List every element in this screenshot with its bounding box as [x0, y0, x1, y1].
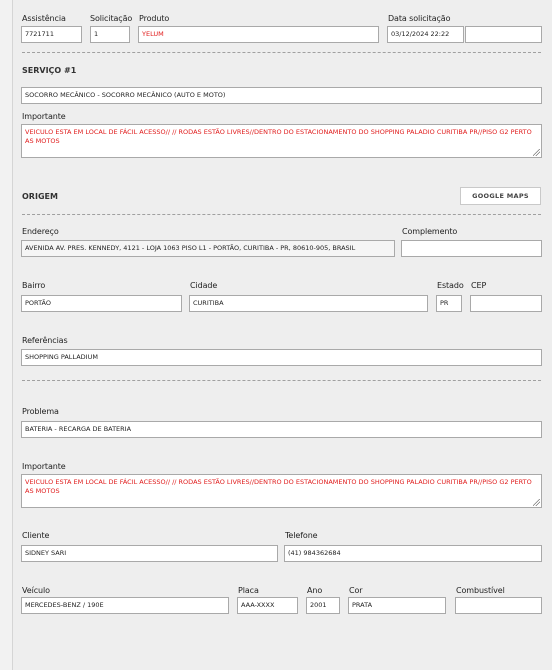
detalhes-importante-text: VEICULO ESTA EM LOCAL DE FÁCIL ACESSO// …	[25, 478, 532, 495]
detalhes-importante-textarea[interactable]: VEICULO ESTA EM LOCAL DE FÁCIL ACESSO// …	[21, 474, 542, 508]
produto-label: Produto	[139, 14, 170, 23]
produto-field[interactable]: YELUM	[138, 26, 379, 43]
detalhes-importante-label: Importante	[22, 462, 66, 471]
veiculo-field[interactable]: MERCEDES-BENZ / 190E	[21, 597, 229, 614]
servico-importante-label: Importante	[22, 112, 66, 121]
estado-field[interactable]: PR	[436, 295, 462, 312]
servico-importante-text: VEICULO ESTA EM LOCAL DE FÁCIL ACESSO// …	[25, 128, 532, 145]
complemento-label: Complemento	[402, 227, 458, 236]
telefone-field[interactable]: (41) 984362684	[284, 545, 542, 562]
servico-importante-textarea[interactable]: VEICULO ESTA EM LOCAL DE FÁCIL ACESSO// …	[21, 124, 542, 158]
problema-field[interactable]: BATERIA - RECARGA DE BATERIA	[21, 421, 542, 438]
divider	[22, 52, 541, 53]
referencias-label: Referências	[22, 336, 68, 345]
data-solicitacao-label: Data solicitação	[388, 14, 451, 23]
bairro-label: Bairro	[22, 281, 46, 290]
divider	[22, 214, 541, 215]
origem-title: ORIGEM	[22, 192, 58, 201]
solicitacao-field[interactable]: 1	[90, 26, 130, 43]
referencias-field[interactable]: SHOPPING PALLADIUM	[21, 349, 542, 366]
solicitacao-label: Solicitação	[90, 14, 133, 23]
ano-field[interactable]: 2001	[306, 597, 340, 614]
bairro-field[interactable]: PORTÃO	[21, 295, 182, 312]
assistencia-label: Assistência	[22, 14, 66, 23]
resize-grip-icon[interactable]	[533, 149, 540, 156]
placa-field[interactable]: AAA-XXXX	[237, 597, 298, 614]
cliente-label: Cliente	[22, 531, 50, 540]
cidade-field[interactable]: CURITIBA	[189, 295, 428, 312]
assistencia-field[interactable]: 7721711	[21, 26, 82, 43]
combustivel-label: Combustível	[456, 586, 505, 595]
data-extra-field[interactable]	[465, 26, 542, 43]
cliente-field[interactable]: SIDNEY SARI	[21, 545, 278, 562]
servico-field[interactable]: SOCORRO MECÂNICO - SOCORRO MECÂNICO (AUT…	[21, 87, 542, 104]
google-maps-button[interactable]: GOOGLE MAPS	[460, 187, 541, 205]
placa-label: Placa	[238, 586, 259, 595]
cep-field[interactable]	[470, 295, 542, 312]
endereco-label: Endereço	[22, 227, 59, 236]
ano-label: Ano	[307, 586, 323, 595]
estado-label: Estado	[437, 281, 464, 290]
divider	[22, 380, 541, 381]
resize-grip-icon[interactable]	[533, 499, 540, 506]
complemento-field[interactable]	[401, 240, 542, 257]
endereco-field[interactable]: AVENIDA AV. PRES. KENNEDY, 4121 - LOJA 1…	[21, 240, 395, 257]
data-solicitacao-field[interactable]: 03/12/2024 22:22	[387, 26, 464, 43]
problema-label: Problema	[22, 407, 59, 416]
cor-label: Cor	[349, 586, 363, 595]
combustivel-field[interactable]	[455, 597, 542, 614]
veiculo-label: Veículo	[22, 586, 50, 595]
cep-label: CEP	[471, 281, 487, 290]
cidade-label: Cidade	[190, 281, 218, 290]
cor-field[interactable]: PRATA	[348, 597, 446, 614]
telefone-label: Telefone	[285, 531, 318, 540]
servico-title: SERVIÇO #1	[22, 66, 77, 75]
